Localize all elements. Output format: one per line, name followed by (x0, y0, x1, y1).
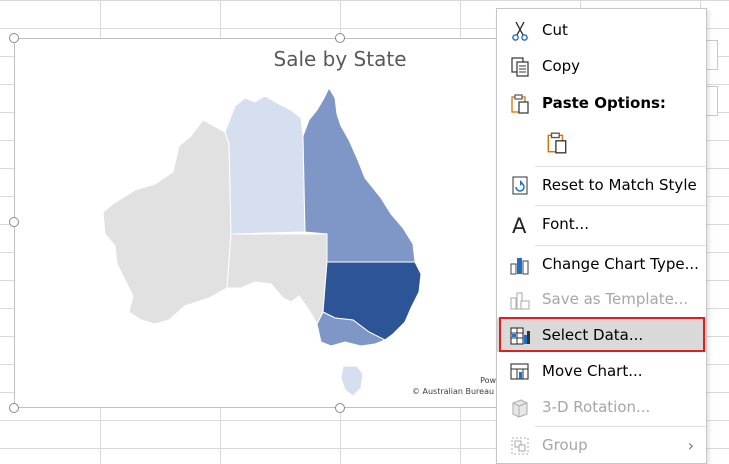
chevron-right-icon: › (687, 435, 694, 455)
menu-item-copy-label: Copy (542, 57, 581, 75)
resize-handle-bottom-middle[interactable] (335, 403, 345, 413)
resize-handle-middle-left[interactable] (9, 217, 19, 227)
menu-item-font[interactable]: A Font... (497, 207, 706, 241)
region-northern-territory (224, 95, 306, 235)
chart-type-icon (510, 258, 529, 275)
clipboard-icon (511, 94, 529, 114)
menu-item-cut-label: Cut (542, 21, 568, 39)
font-icon: A (512, 214, 527, 236)
menu-item-3d-rotation: 3-D Rotation... (497, 390, 706, 424)
menu-item-reset-to-match-style-label: Reset to Match Style (542, 176, 697, 194)
copy-icon (511, 57, 529, 77)
region-tasmania (340, 365, 364, 397)
menu-item-save-as-template-label: Save as Template... (542, 290, 689, 308)
scissors-icon (512, 21, 528, 41)
menu-separator (535, 245, 706, 246)
template-icon (510, 292, 530, 310)
menu-separator (535, 205, 706, 206)
paste-keep-format-icon[interactable] (545, 131, 569, 155)
region-south-australia (226, 233, 328, 326)
menu-item-change-chart-type-label: Change Chart Type... (542, 255, 699, 273)
menu-item-reset-to-match-style[interactable]: Reset to Match Style (497, 168, 706, 202)
menu-item-paste-options-label: Paste Options: (542, 94, 666, 112)
menu-item-change-chart-type[interactable]: Change Chart Type... (497, 247, 706, 281)
map-chart[interactable]: Sale by State Powe © Australian Bureau c (14, 38, 502, 408)
menu-item-move-chart-label: Move Chart... (542, 362, 643, 380)
highlight-box (499, 317, 705, 352)
context-menu: Cut Copy Paste Options: Reset to Match S… (496, 8, 707, 464)
menu-separator (535, 166, 706, 167)
menu-item-copy[interactable]: Copy (497, 49, 706, 83)
region-western-australia (102, 119, 232, 325)
move-chart-icon (510, 363, 529, 380)
menu-item-3d-rotation-label: 3-D Rotation... (542, 398, 651, 416)
menu-item-save-as-template: Save as Template... (497, 282, 706, 316)
menu-item-paste-options: Paste Options: (497, 86, 706, 120)
resize-handle-bottom-left[interactable] (9, 403, 19, 413)
rotation-icon (512, 399, 528, 418)
menu-item-cut[interactable]: Cut (497, 13, 706, 47)
reset-style-icon (512, 176, 528, 195)
group-icon (511, 437, 529, 455)
svg-text:A: A (512, 214, 527, 236)
menu-separator (535, 426, 706, 427)
attribution-source-text: © Australian Bureau c (411, 387, 501, 396)
resize-handle-top-middle[interactable] (335, 33, 345, 43)
resize-handle-top-left[interactable] (9, 33, 19, 43)
menu-item-move-chart[interactable]: Move Chart... (497, 354, 706, 388)
menu-item-group-label: Group (542, 436, 588, 454)
menu-item-group: Group › (497, 428, 706, 462)
menu-item-font-label: Font... (542, 215, 589, 233)
australia-map[interactable] (95, 84, 495, 414)
